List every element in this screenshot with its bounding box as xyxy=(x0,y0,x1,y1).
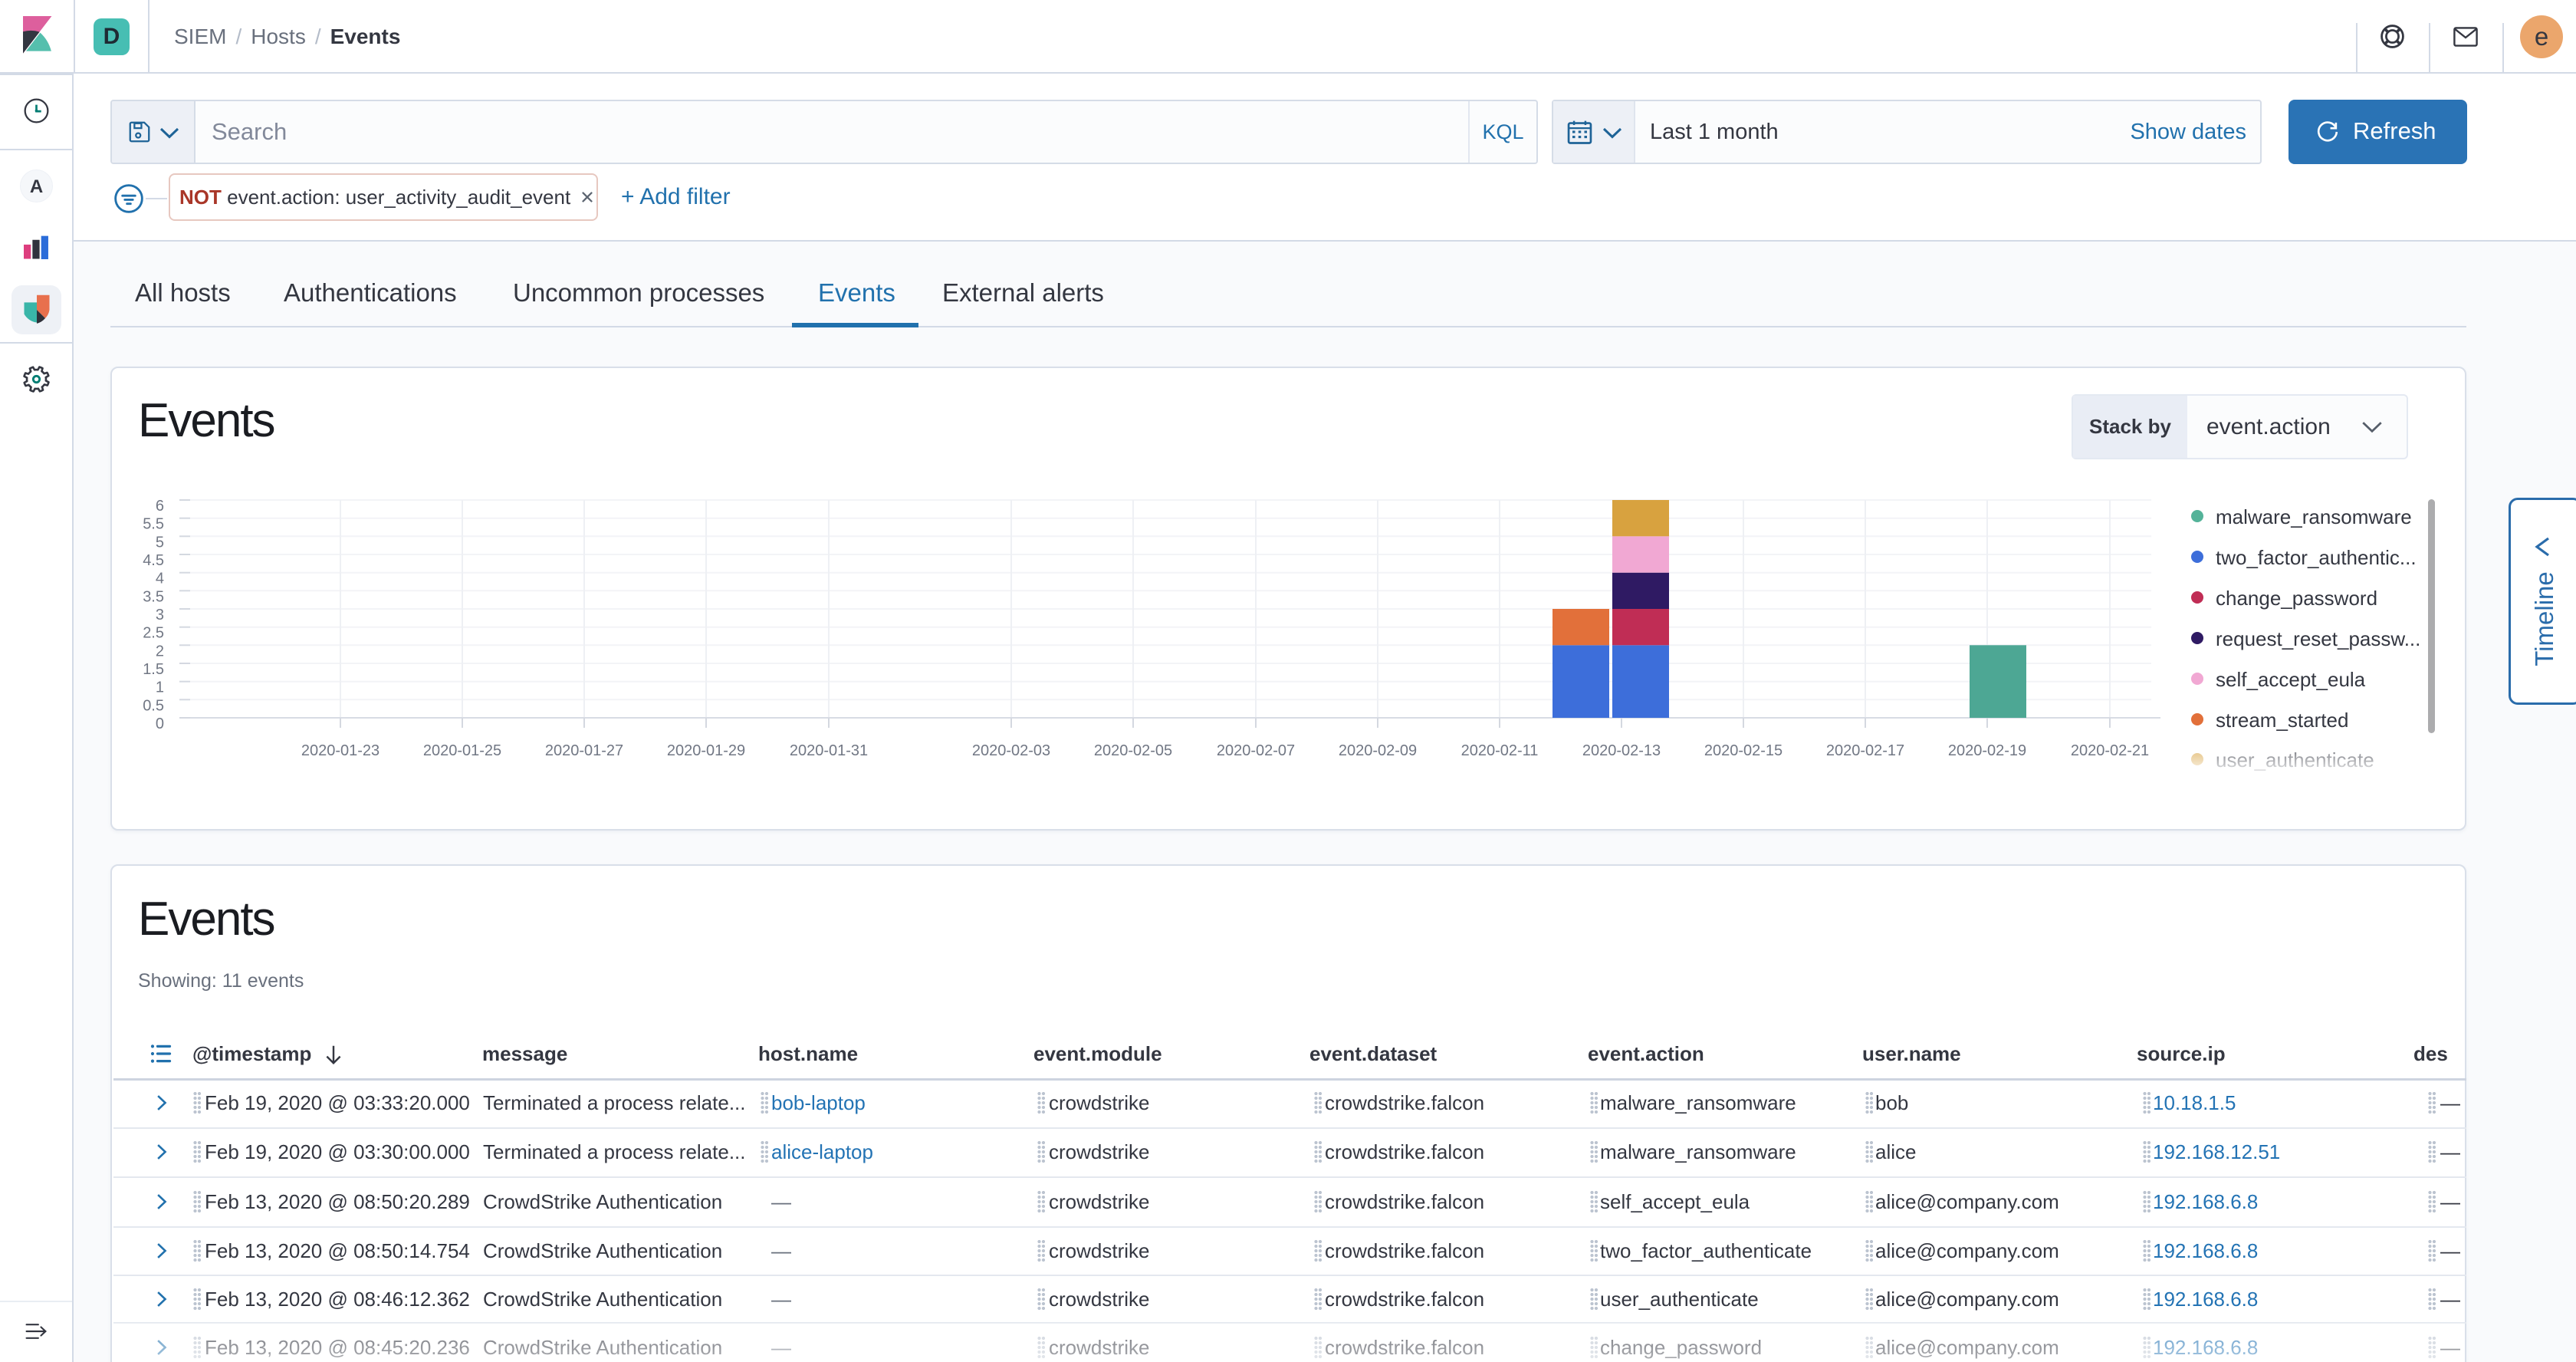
svg-text:2020-02-07: 2020-02-07 xyxy=(1217,742,1295,759)
svg-text:2: 2 xyxy=(156,643,164,660)
svg-text:2020-02-03: 2020-02-03 xyxy=(972,742,1050,759)
svg-text:1: 1 xyxy=(156,679,164,696)
svg-text:2020-02-09: 2020-02-09 xyxy=(1339,742,1417,759)
svg-text:5: 5 xyxy=(156,534,164,551)
svg-text:2020-01-25: 2020-01-25 xyxy=(423,742,501,759)
svg-text:2020-01-27: 2020-01-27 xyxy=(545,742,623,759)
svg-text:2020-01-23: 2020-01-23 xyxy=(301,742,380,759)
svg-text:5.5: 5.5 xyxy=(143,516,164,533)
svg-text:6: 6 xyxy=(156,498,164,515)
svg-text:2020-02-19: 2020-02-19 xyxy=(1948,742,2026,759)
svg-text:0.5: 0.5 xyxy=(143,697,164,714)
svg-text:2.5: 2.5 xyxy=(143,625,164,642)
svg-text:3.5: 3.5 xyxy=(143,588,164,605)
svg-text:2020-02-13: 2020-02-13 xyxy=(1582,742,1661,759)
svg-text:4: 4 xyxy=(156,571,164,587)
svg-text:2020-02-15: 2020-02-15 xyxy=(1704,742,1783,759)
svg-text:2020-02-11: 2020-02-11 xyxy=(1461,742,1539,759)
svg-text:4.5: 4.5 xyxy=(143,552,164,569)
svg-text:1.5: 1.5 xyxy=(143,661,164,678)
svg-text:3: 3 xyxy=(156,607,164,623)
svg-text:0: 0 xyxy=(156,716,164,732)
svg-text:2020-01-31: 2020-01-31 xyxy=(790,742,868,759)
svg-text:2020-01-29: 2020-01-29 xyxy=(667,742,745,759)
svg-text:2020-02-17: 2020-02-17 xyxy=(1826,742,1904,759)
svg-text:2020-02-05: 2020-02-05 xyxy=(1094,742,1172,759)
svg-text:2020-02-21: 2020-02-21 xyxy=(2071,742,2149,759)
